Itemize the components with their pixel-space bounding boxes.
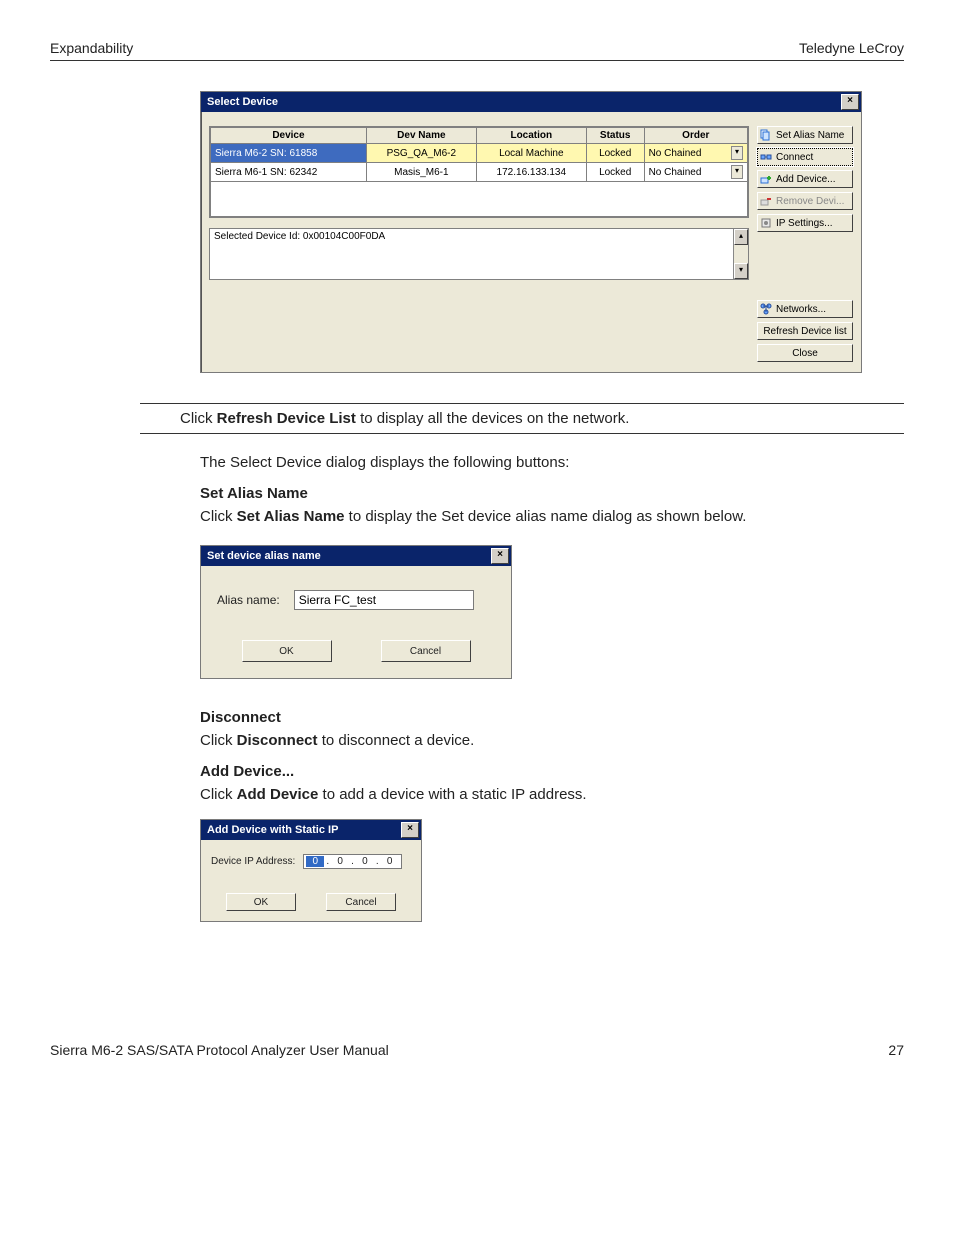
- cell-dev-name: Masis_M6-1: [366, 163, 476, 182]
- add-device-button[interactable]: Add Device...: [757, 170, 853, 188]
- scrollbar[interactable]: ▴ ▾: [733, 229, 748, 279]
- cancel-button[interactable]: Cancel: [326, 893, 396, 911]
- select-device-title: Select Device: [207, 96, 278, 108]
- col-status[interactable]: Status: [586, 128, 644, 144]
- table-header-row: Device Dev Name Location Status Order: [211, 128, 748, 144]
- col-device[interactable]: Device: [211, 128, 367, 144]
- add-device-dialog-title: Add Device with Static IP: [207, 824, 338, 836]
- table-filler: [211, 182, 748, 217]
- chevron-down-icon[interactable]: ▾: [731, 146, 743, 160]
- button-label: Connect: [776, 152, 813, 163]
- col-order[interactable]: Order: [644, 128, 747, 144]
- cell-order[interactable]: No Chained ▾: [644, 144, 747, 163]
- button-label: Add Device...: [776, 174, 835, 185]
- close-button[interactable]: Close: [757, 344, 853, 362]
- remove-device-button: Remove Devi...: [757, 192, 853, 210]
- cell-dev-name: PSG_QA_M6-2: [366, 144, 476, 163]
- ok-button[interactable]: OK: [226, 893, 296, 911]
- ip-octet-2[interactable]: 0: [331, 856, 349, 867]
- set-alias-name-button[interactable]: Set Alias Name: [757, 126, 853, 144]
- header-left: Expandability: [50, 40, 133, 56]
- selected-device-label: Selected Device Id: 0x00104C00F0DA: [214, 231, 385, 242]
- connect-icon: [760, 151, 772, 163]
- cell-status: Locked: [586, 144, 644, 163]
- button-label: Set Alias Name: [776, 130, 844, 141]
- add-icon: [760, 173, 772, 185]
- button-label: Close: [792, 348, 818, 359]
- text: to display all the devices on the networ…: [356, 410, 630, 427]
- add-device-heading: Add Device...: [200, 763, 854, 780]
- button-label: Refresh Device list: [763, 326, 846, 337]
- cell-device: Sierra M6-2 SN: 61858: [211, 144, 367, 163]
- button-label: Networks...: [776, 304, 826, 315]
- alias-name-label: Alias name:: [217, 593, 280, 607]
- disconnect-heading: Disconnect: [200, 709, 854, 726]
- button-label: OK: [254, 897, 268, 908]
- cell-location: 172.16.133.134: [476, 163, 586, 182]
- ip-octet-4[interactable]: 0: [381, 856, 399, 867]
- close-icon[interactable]: ×: [841, 94, 859, 110]
- order-value: No Chained: [649, 167, 702, 178]
- set-alias-heading: Set Alias Name: [200, 485, 854, 502]
- button-label: Cancel: [345, 897, 376, 908]
- ok-button[interactable]: OK: [242, 640, 332, 662]
- col-dev-name[interactable]: Dev Name: [366, 128, 476, 144]
- chevron-down-icon[interactable]: ▾: [731, 165, 743, 179]
- text: Click: [180, 410, 217, 427]
- network-icon: [760, 303, 772, 315]
- dot-icon: .: [326, 856, 329, 867]
- table-row[interactable]: Sierra M6-2 SN: 61858 PSG_QA_M6-2 Local …: [211, 144, 748, 163]
- scroll-up-icon[interactable]: ▴: [734, 229, 748, 245]
- footer-right: 27: [888, 1042, 904, 1058]
- set-alias-body: Click Set Alias Name to display the Set …: [200, 508, 854, 525]
- ip-address-label: Device IP Address:: [211, 856, 295, 867]
- button-label: IP Settings...: [776, 218, 833, 229]
- ip-settings-button[interactable]: IP Settings...: [757, 214, 853, 232]
- add-device-body: Click Add Device to add a device with a …: [200, 786, 854, 803]
- instruction-bar: Click Refresh Device List to display all…: [140, 403, 904, 434]
- cell-status: Locked: [586, 163, 644, 182]
- cancel-button[interactable]: Cancel: [381, 640, 471, 662]
- alias-name-input[interactable]: [294, 590, 474, 610]
- select-device-dialog: Select Device × Device Dev Name Location…: [200, 91, 862, 373]
- table-row[interactable]: Sierra M6-1 SN: 62342 Masis_M6-1 172.16.…: [211, 163, 748, 182]
- dot-icon: .: [351, 856, 354, 867]
- cell-device: Sierra M6-1 SN: 62342: [211, 163, 367, 182]
- button-label: Cancel: [410, 646, 441, 657]
- refresh-device-list-button[interactable]: Refresh Device list: [757, 322, 853, 340]
- close-icon[interactable]: ×: [401, 822, 419, 838]
- header-right: Teledyne LeCroy: [799, 40, 904, 56]
- networks-button[interactable]: Networks...: [757, 300, 853, 318]
- select-device-titlebar: Select Device ×: [201, 92, 861, 112]
- dot-icon: .: [376, 856, 379, 867]
- cell-location: Local Machine: [476, 144, 586, 163]
- button-label: Remove Devi...: [776, 196, 844, 207]
- ip-octet-3[interactable]: 0: [356, 856, 374, 867]
- bold-text: Refresh Device List: [217, 410, 356, 427]
- device-table: Device Dev Name Location Status Order Si…: [209, 126, 749, 218]
- add-device-dialog: Add Device with Static IP × Device IP Ad…: [200, 819, 422, 922]
- set-alias-titlebar: Set device alias name ×: [201, 546, 511, 566]
- order-value: No Chained: [649, 148, 702, 159]
- ip-octet-1[interactable]: 0: [306, 856, 324, 867]
- cell-order[interactable]: No Chained ▾: [644, 163, 747, 182]
- disconnect-body: Click Disconnect to disconnect a device.: [200, 732, 854, 749]
- page-header: Expandability Teledyne LeCroy: [50, 40, 904, 61]
- selected-device-box: Selected Device Id: 0x00104C00F0DA ▴ ▾: [209, 228, 749, 280]
- footer-left: Sierra M6-2 SAS/SATA Protocol Analyzer U…: [50, 1042, 389, 1058]
- set-alias-dialog-title: Set device alias name: [207, 550, 321, 562]
- page-footer: Sierra M6-2 SAS/SATA Protocol Analyzer U…: [50, 1042, 904, 1058]
- connect-button[interactable]: Connect: [757, 148, 853, 166]
- intro-text: The Select Device dialog displays the fo…: [200, 454, 854, 471]
- tag-icon: [760, 129, 772, 141]
- settings-icon: [760, 217, 772, 229]
- button-label: OK: [279, 646, 293, 657]
- set-alias-dialog: Set device alias name × Alias name: OK C…: [200, 545, 512, 679]
- close-icon[interactable]: ×: [491, 548, 509, 564]
- col-location[interactable]: Location: [476, 128, 586, 144]
- remove-icon: [760, 195, 772, 207]
- add-device-titlebar: Add Device with Static IP ×: [201, 820, 421, 840]
- scroll-down-icon[interactable]: ▾: [734, 263, 748, 279]
- ip-address-input[interactable]: 0 . 0 . 0 . 0: [303, 854, 401, 869]
